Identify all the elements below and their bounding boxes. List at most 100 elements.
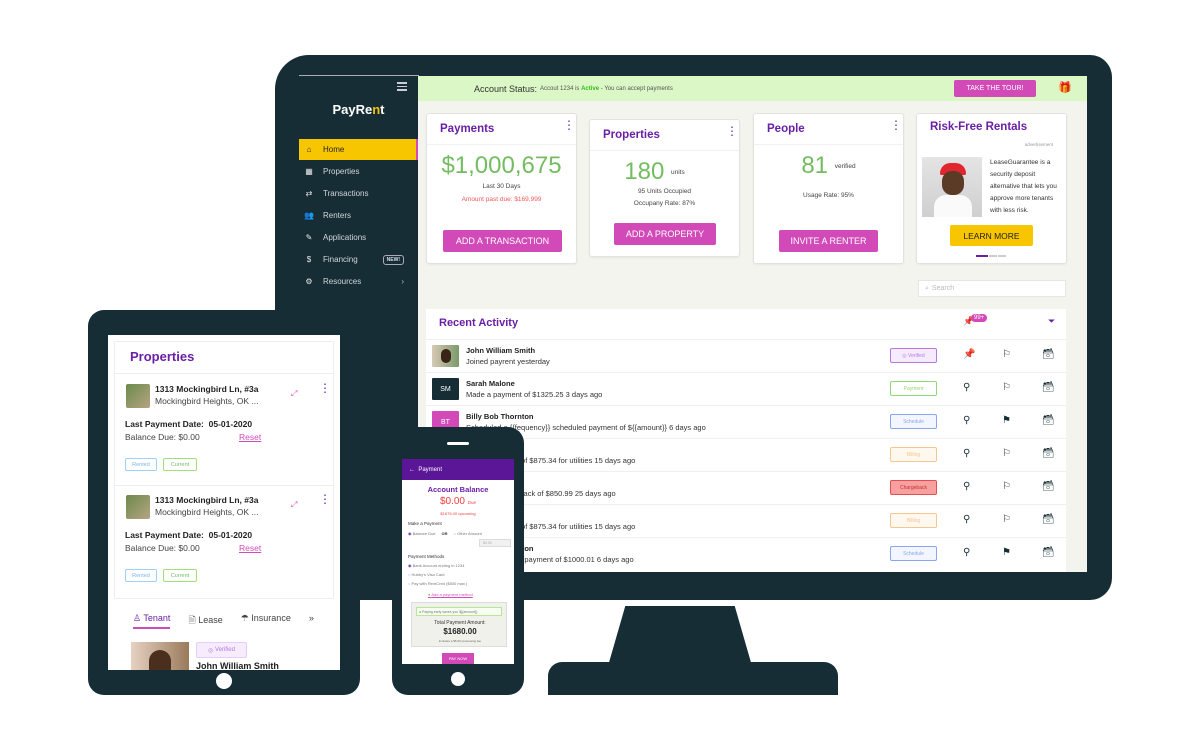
sidebar-item-label: Applications [323,233,367,242]
sidebar-item-label: Transactions [323,189,369,198]
activity-description: Made a payment of $1325.25 3 days ago [466,390,603,399]
monitor-stand-base [548,662,838,695]
activity-row[interactable]: BT Billy Bob Thornton Scheduled a {{fequ… [426,405,1066,438]
more-tabs-icon[interactable]: » [309,613,314,629]
gift-icon[interactable]: 🎁 [1058,81,1072,94]
flag-icon[interactable]: ⚐ [1002,382,1011,393]
other-amount-input[interactable]: $0.00 [479,539,511,547]
sidebar-item-resources[interactable]: ⚙ Resources › [299,271,418,292]
flag-filled-icon[interactable]: ⚑ [1002,415,1011,426]
activity-row[interactable]: SM Sarah Malone Made a payment of $1325.… [426,372,1066,405]
last-payment-date: Last Payment Date: 05-01-2020 [125,530,253,540]
add-transaction-button[interactable]: ADD A TRANSACTION [443,230,562,252]
radio-balance-due[interactable]: ◉ Balance Due [408,531,436,536]
tab-lease[interactable]: 🗎 Lease [188,613,222,629]
risk-free-rentals-ad: Risk-Free Rentals advertisement LeaseGua… [916,113,1067,264]
account-status-bar: Account Status: Accout 1234 is Active - … [418,76,1087,101]
flag-icon[interactable]: ⚐ [1002,448,1011,459]
take-tour-button[interactable]: TAKE THE TOUR! [954,80,1036,97]
make-payment-label: Make a Payment [408,521,442,526]
early-payment-note: ● Paying early saves you ${{amount}} [416,607,502,616]
payment-summary: ● Paying early saves you ${{amount}} Tot… [411,602,507,647]
activity-tag: Payment [890,381,937,396]
chevron-right-icon[interactable]: › [401,277,404,286]
more-options-icon[interactable]: ⋮ [319,382,331,394]
phone-screen: ← Payment Account Balance $0.00 Due $167… [402,459,514,664]
archive-icon[interactable]: 🗃 [1042,547,1055,558]
tablet-home-button[interactable] [216,673,232,689]
tab-insurance[interactable]: ☂ Insurance [241,613,291,629]
sidebar-item-applications[interactable]: ✎ Applications [299,227,418,248]
sidebar-item-home[interactable]: ⌂ Home [299,139,418,160]
payment-method-option[interactable]: ○ Hubby's Visa Card [408,572,444,577]
flag-filled-icon[interactable]: ⚑ [1002,547,1011,558]
phone-home-button[interactable] [451,672,465,686]
account-status-message: Accout 1234 is Active - You can accept p… [540,85,673,92]
payment-method-option[interactable]: ◉ Bank Account ending in 1234 [408,563,464,568]
sidebar-item-properties[interactable]: ▦ Properties [299,161,418,182]
payment-method-option[interactable]: ○ Pay with RentCred ($500 max.) [408,581,467,586]
property-item[interactable]: 1313 Mockingbird Ln, #3a Mockingbird Hei… [114,379,334,486]
pin-icon[interactable]: ⚲ [963,547,970,558]
reset-link[interactable]: Reset [239,432,261,442]
card-title: Payments [440,123,495,135]
collapse-menu-icon[interactable] [397,82,407,92]
pay-now-button[interactable]: PAY NOW [442,653,474,664]
expand-icon[interactable]: ⤢ [291,500,297,510]
archive-icon[interactable]: 🗃 [1042,481,1055,492]
more-options-icon[interactable]: ⋮ [563,119,575,131]
tab-tenant[interactable]: ♙ Tenant [133,613,171,629]
sidebar-item-transactions[interactable]: ⇄ Transactions [299,183,418,204]
flag-icon[interactable]: ⚐ [1002,514,1011,525]
pin-icon[interactable]: ⚲ [963,415,970,426]
archive-icon[interactable]: 🗃 [1042,448,1055,459]
add-payment-method-link: ● Add a payment method [428,592,473,597]
current-tag: Current [163,569,197,582]
sidebar-item-renters[interactable]: 👥 Renters [299,205,418,226]
archive-icon[interactable]: 🗃 [1042,349,1055,360]
activity-name: Billy Bob Thornton [466,412,534,421]
renters-icon: 👥 [304,210,314,220]
add-property-button[interactable]: ADD A PROPERTY [614,223,716,245]
more-options-icon[interactable]: ⋮ [726,125,738,137]
carousel-dot-active[interactable] [976,255,988,257]
pin-icon[interactable]: ⚲ [963,448,970,459]
tenant-tabs: ♙ Tenant 🗎 Lease ☂ Insurance » [133,613,314,629]
sidebar-item-label: Home [323,145,345,154]
property-item[interactable]: 1313 Mockingbird Ln, #3a Mockingbird Hei… [114,490,334,590]
radio-other-amount[interactable]: ○ Other Amount [454,531,482,536]
pin-icon[interactable]: ⚲ [963,481,970,492]
archive-icon[interactable]: 🗃 [1042,382,1055,393]
sidebar-item-financing[interactable]: $ Financing NEW! [299,249,418,270]
pinned-items-icon[interactable]: 📌 99+ [963,314,988,327]
filter-icon[interactable]: ⏷ [1048,316,1055,327]
total-label: Total Payment Amount: [434,620,486,626]
properties-count: 180 units [624,158,685,185]
archive-icon[interactable]: 🗃 [1042,514,1055,525]
properties-card: Properties ⋮ 180 units 95 Units Occupied… [589,119,740,257]
people-card: People ⋮ 81 verified Usage Rate: 95% INV… [753,113,904,264]
pin-icon[interactable]: ⚲ [963,382,970,393]
phone-speaker [447,442,469,445]
carousel-dot[interactable] [989,255,997,257]
payments-amount: $1,000,675 [441,152,562,179]
more-options-icon[interactable]: ⋮ [319,493,331,505]
flag-icon[interactable]: ⚐ [1002,481,1011,492]
payrent-logo: PayRent [332,102,385,117]
invite-renter-button[interactable]: INVITE A RENTER [779,230,878,252]
pin-filled-icon[interactable]: 📌 [963,349,975,360]
back-arrow-icon[interactable]: ← [409,467,415,473]
activity-description: Joined payrent yesterday [466,357,550,366]
learn-more-button[interactable]: LEARN MORE [950,225,1033,246]
more-options-icon[interactable]: ⋮ [890,119,902,131]
avatar [432,345,459,367]
sidebar-item-label: Properties [323,167,360,176]
search-input[interactable]: ⌕ Search [918,280,1066,297]
reset-link[interactable]: Reset [239,543,261,553]
expand-icon[interactable]: ⤢ [291,389,297,399]
archive-icon[interactable]: 🗃 [1042,415,1055,426]
carousel-dot[interactable] [998,255,1006,257]
activity-row[interactable]: John William Smith Joined payrent yester… [426,339,1066,372]
pin-icon[interactable]: ⚲ [963,514,970,525]
flag-icon[interactable]: ⚐ [1002,349,1011,360]
